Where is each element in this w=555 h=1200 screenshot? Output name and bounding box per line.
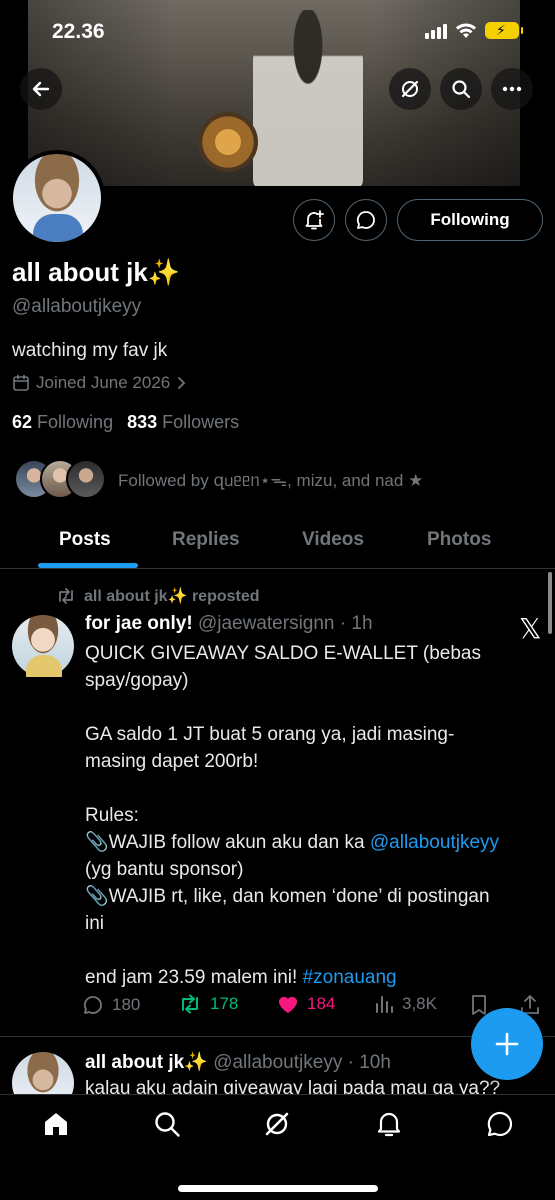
scrollbar[interactable] — [548, 572, 552, 634]
views-icon — [376, 996, 393, 1013]
message-icon — [487, 1111, 513, 1137]
post-time: · 10h — [347, 1052, 391, 1073]
wifi-icon — [456, 23, 476, 38]
joined-date[interactable]: Joined June 2026 — [12, 373, 186, 393]
post-actions: 180 178 184 3,8K — [82, 994, 542, 1020]
joined-text: Joined June 2026 — [36, 373, 171, 392]
notification-subscribe-button[interactable] — [293, 199, 335, 241]
tab-replies[interactable]: Replies — [172, 529, 240, 551]
tab-photos[interactable]: Photos — [427, 529, 491, 551]
repost-icon — [59, 588, 73, 604]
repost-count: 178 — [210, 994, 239, 1013]
home-icon — [45, 1113, 67, 1135]
message-icon — [356, 211, 375, 229]
following-button[interactable]: Following — [397, 199, 543, 241]
post-line: GA saldo 1 JT buat 5 orang ya, jadi masi… — [85, 724, 455, 745]
chevron-right-icon — [178, 377, 186, 389]
active-tab-indicator — [38, 563, 138, 568]
post-author-avatar[interactable] — [12, 615, 74, 677]
home-indicator[interactable] — [178, 1185, 378, 1192]
following-label: Following — [37, 412, 114, 432]
post-author-handle[interactable]: @jaewatersignn — [198, 613, 335, 634]
profile-bio: watching my fav jk — [12, 340, 168, 361]
followers-count: 833 — [127, 412, 158, 432]
follower-avatar — [66, 459, 106, 499]
post-author-handle[interactable]: @allaboutjkeyy — [213, 1052, 342, 1073]
message-button[interactable] — [345, 199, 387, 241]
following-stat[interactable]: 62 Following — [12, 412, 113, 433]
post-line: QUICK GIVEAWAY SALDO E-WALLET (bebas — [85, 643, 481, 664]
post-author-name[interactable]: all about jk✨ — [85, 1052, 208, 1073]
profile-tabs: Posts Replies Videos Photos — [0, 513, 555, 569]
arrow-left-icon — [32, 81, 50, 97]
tab-posts[interactable]: Posts — [59, 529, 111, 551]
post-line: end jam 23.59 malem ini! #zonauang — [85, 967, 397, 988]
bookmark-button[interactable] — [470, 994, 488, 1016]
post-line: spay/gopay) — [85, 670, 189, 691]
battery-icon: ⚡ — [485, 22, 523, 39]
profile-display-name: all about jk✨ — [12, 257, 181, 287]
nav-messages[interactable] — [485, 1109, 515, 1139]
post-header: all about jk✨ @allaboutjkeyy · 10h — [85, 1050, 391, 1074]
bookmark-icon — [472, 995, 486, 1015]
views-button[interactable]: 3,8K — [374, 994, 437, 1014]
post-line: masing dapet 200rb! — [85, 751, 259, 772]
profile-handle: @allaboutjkeyy — [12, 296, 142, 317]
nav-search[interactable] — [152, 1109, 182, 1139]
search-icon — [155, 1112, 180, 1137]
calendar-icon — [13, 374, 29, 391]
search-button[interactable] — [440, 68, 482, 110]
back-button[interactable] — [20, 68, 62, 110]
more-button[interactable] — [491, 68, 533, 110]
grok-icon — [265, 1112, 289, 1136]
more-icon — [502, 86, 522, 92]
views-count: 3,8K — [402, 994, 437, 1013]
grok-button[interactable] — [389, 68, 431, 110]
status-icons: ⚡ — [425, 22, 523, 39]
post-header: for jae only! @jaewatersignn · 1h — [85, 613, 373, 635]
follow-stats: 62 Following 833 Followers — [12, 412, 239, 433]
reply-icon — [83, 996, 102, 1014]
bell-icon — [377, 1112, 401, 1137]
followed-by-text: Followed by զᥙᥱᥱᥒ⋆ᯓ, mizu, and nad ★ — [118, 470, 424, 490]
hashtag-link[interactable]: #zonauang — [303, 967, 397, 988]
post-time: · 1h — [339, 613, 373, 634]
post-line: 📎WAJIB follow akun aku dan ka @allaboutj… — [85, 832, 500, 853]
nav-home[interactable] — [41, 1109, 71, 1139]
tab-videos[interactable]: Videos — [302, 529, 364, 551]
repost-icon — [182, 994, 198, 1014]
repost-indicator[interactable]: all about jk✨ reposted — [56, 586, 260, 606]
like-button[interactable]: 184 — [277, 994, 335, 1014]
mention-link[interactable]: @allaboutjkeyy — [370, 832, 499, 853]
profile-avatar[interactable] — [9, 150, 105, 246]
search-icon — [452, 80, 471, 99]
reply-button[interactable]: 180 — [82, 994, 140, 1016]
following-count: 62 — [12, 412, 33, 432]
heart-icon — [279, 996, 297, 1013]
repost-label: all about jk✨ reposted — [84, 588, 260, 605]
compose-button[interactable] — [471, 1008, 543, 1080]
post-line: (yg bantu sponsor) — [85, 859, 244, 880]
post-line: ini — [85, 913, 105, 934]
post-text[interactable]: QUICK GIVEAWAY SALDO E-WALLET (bebas spa… — [85, 640, 545, 991]
grok-icon — [401, 80, 419, 98]
post-text[interactable]: kalau aku adain giveaway lagi pada mau g… — [85, 1078, 500, 1094]
cellular-signal-icon — [425, 23, 447, 39]
followed-by[interactable]: Followed by զᥙᥱᥱᥒ⋆ᯓ, mizu, and nad ★ — [14, 459, 423, 499]
post-line: 📎WAJIB rt, like, dan komen ‘done’ di pos… — [85, 886, 490, 907]
status-bar: 22.36 ⚡ — [0, 0, 555, 62]
post-line: Rules: — [85, 805, 139, 826]
plus-icon — [495, 1032, 519, 1056]
reply-count: 180 — [112, 995, 141, 1014]
followers-label: Followers — [162, 412, 240, 432]
bell-plus-icon — [305, 210, 324, 230]
nav-grok[interactable] — [262, 1109, 292, 1139]
repost-button[interactable]: 178 — [178, 994, 238, 1014]
like-count: 184 — [307, 994, 336, 1013]
status-time: 22.36 — [52, 20, 105, 43]
post-author-name[interactable]: for jae only! — [85, 613, 193, 634]
nav-notifications[interactable] — [374, 1109, 404, 1139]
followers-stat[interactable]: 833 Followers — [127, 412, 239, 433]
